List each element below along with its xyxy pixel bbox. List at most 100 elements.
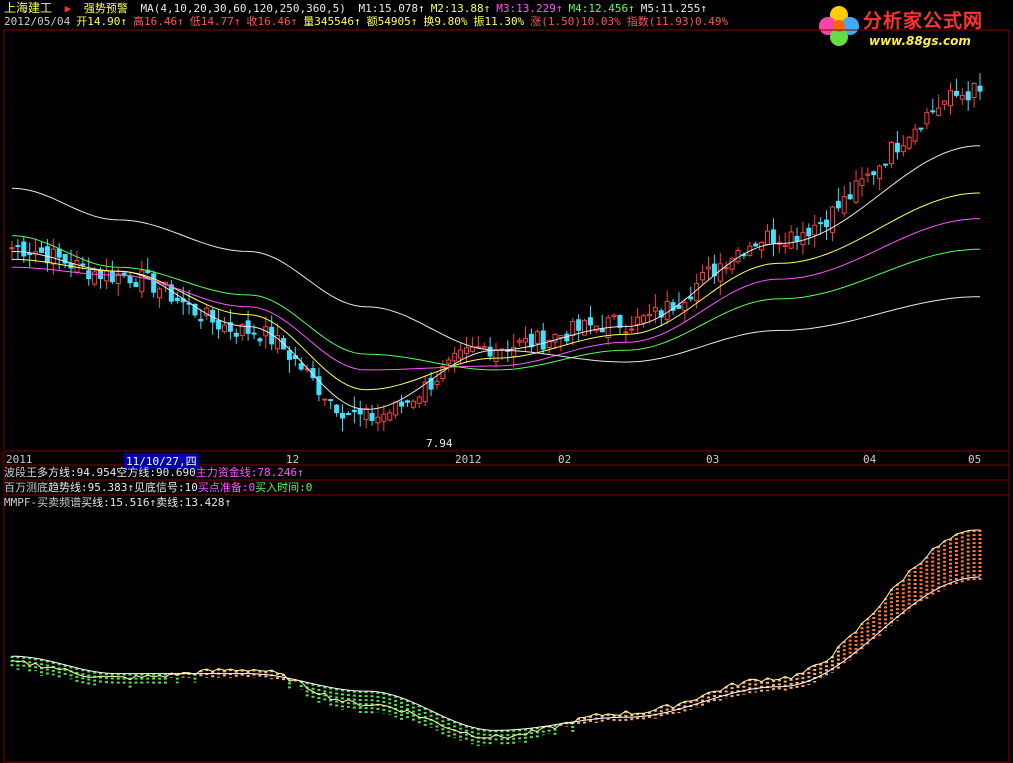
panel-mmpf-label[interactable]: MMPF-买卖频谱买线:15.516↑卖线:13.428↑ (4, 496, 231, 510)
candle-body-62 (375, 416, 381, 424)
panel-baiwan-item-4: 买入时间:0 (255, 481, 313, 494)
candle-body-114 (682, 302, 688, 312)
candle-body-111 (664, 300, 670, 320)
candle-body-108 (646, 313, 652, 317)
candle-body-145 (865, 173, 871, 176)
candle-body-32 (198, 318, 204, 322)
panel-baiwan-item-0: 百万测底 (4, 481, 48, 494)
stock-chart-screen: { "header": { "stock_name": "上海建工", "ind… (0, 0, 1013, 763)
panel-mmpf-item-1: 买线:15.516↑ (81, 496, 157, 509)
candle-body-65 (393, 401, 399, 416)
candle-body-21 (133, 282, 139, 288)
candle-body-56 (340, 413, 346, 419)
candle-body-146 (871, 171, 877, 176)
candle-body-60 (363, 407, 369, 421)
candle-body-20 (127, 275, 133, 284)
candle-body-47 (286, 350, 292, 360)
candle-body-28 (174, 297, 180, 301)
candle-body-41 (251, 332, 257, 335)
candle-body-161 (959, 94, 965, 100)
candle-body-164 (977, 85, 983, 92)
candle-body-58 (351, 409, 357, 413)
candle-body-67 (404, 400, 410, 403)
axis-label-04: 04 (863, 453, 877, 466)
candle-body-131 (782, 244, 788, 247)
candle-body-80 (481, 346, 487, 349)
candle-body-128 (765, 230, 771, 246)
candle-body-88 (528, 333, 534, 348)
candle-body-90 (540, 330, 546, 350)
main-chart[interactable] (0, 0, 1013, 763)
candle-body-81 (487, 346, 493, 357)
candle-body-11 (74, 259, 80, 273)
candle-body-118 (705, 266, 711, 270)
candle-body-104 (623, 331, 629, 334)
candle-body-13 (86, 270, 92, 280)
candle-body-2 (21, 241, 27, 257)
candle-body-159 (947, 90, 953, 107)
candle-body-98 (587, 317, 593, 326)
candle-body-106 (635, 316, 641, 326)
candle-body-57 (345, 413, 351, 416)
candle-body-132 (788, 231, 794, 249)
candle-body-68 (410, 400, 416, 408)
axis-label-2012: 2012 (455, 453, 482, 466)
candle-body-143 (853, 180, 859, 203)
candle-body-102 (611, 314, 617, 318)
candle-body-55 (334, 404, 340, 414)
candle-body-155 (924, 112, 930, 125)
candle-body-157 (936, 107, 942, 116)
candle-body-140 (835, 200, 841, 209)
axis-label-03: 03 (706, 453, 720, 466)
candle-body-142 (847, 194, 853, 200)
axis-label-2011: 2011 (6, 453, 33, 466)
candle-body-89 (534, 331, 540, 344)
panel-baiwan-label[interactable]: 百万测底趋势线:95.383↑见底信号:10买点准备:0买入时间:0 (4, 481, 312, 495)
candle-body-154 (918, 127, 924, 130)
candle-body-109 (652, 307, 658, 312)
chart-frame (3, 29, 1010, 763)
candle-body-151 (900, 145, 906, 153)
candle-body-63 (381, 413, 387, 422)
panel-bodongwang-item-1: 多方线:94.954 (37, 466, 117, 479)
candle-body-72 (434, 380, 440, 385)
candle-body-17 (109, 271, 115, 283)
candle-body-8 (56, 248, 62, 258)
candle-body-93 (558, 335, 564, 338)
candle-body-16 (103, 270, 109, 282)
panel-bodongwang-label[interactable]: 波段王多方线:94.954空方线:90.690主力资金线:78.246↑ (4, 466, 304, 480)
candle-body-158 (942, 100, 948, 105)
candle-body-7 (50, 248, 56, 265)
candle-body-64 (387, 412, 393, 421)
candle-body-137 (818, 222, 824, 225)
candle-body-95 (570, 320, 576, 337)
candle-body-3 (27, 253, 33, 256)
candle-body-87 (523, 338, 529, 343)
candle-body-82 (493, 349, 499, 363)
candle-body-147 (877, 165, 883, 180)
panel-mmpf-item-0: MMPF-买卖频谱 (4, 496, 82, 509)
candle-body-96 (576, 319, 582, 331)
candle-body-54 (328, 399, 334, 402)
candle-body-53 (322, 398, 328, 401)
candle-body-40 (245, 320, 251, 334)
candle-body-163 (971, 83, 977, 99)
candle-body-36 (221, 324, 227, 333)
candle-body-24 (151, 273, 157, 293)
candle-body-129 (770, 229, 776, 244)
panel-baiwan-item-2: 见底信号:10 (133, 481, 198, 494)
candle-body-25 (157, 288, 163, 299)
candle-body-49 (298, 363, 304, 370)
candle-body-136 (812, 224, 818, 236)
candle-body-0 (9, 247, 15, 250)
panel-baiwan-item-3: 买点准备:0 (197, 481, 256, 494)
candle-body-86 (517, 340, 523, 343)
candle-body-61 (369, 413, 375, 421)
candle-body-69 (416, 396, 422, 404)
candle-body-120 (717, 263, 723, 282)
candle-body-38 (233, 332, 239, 337)
candle-body-144 (859, 178, 865, 186)
candle-body-105 (629, 328, 635, 331)
candle-body-152 (906, 136, 912, 149)
candle-body-78 (469, 346, 475, 352)
